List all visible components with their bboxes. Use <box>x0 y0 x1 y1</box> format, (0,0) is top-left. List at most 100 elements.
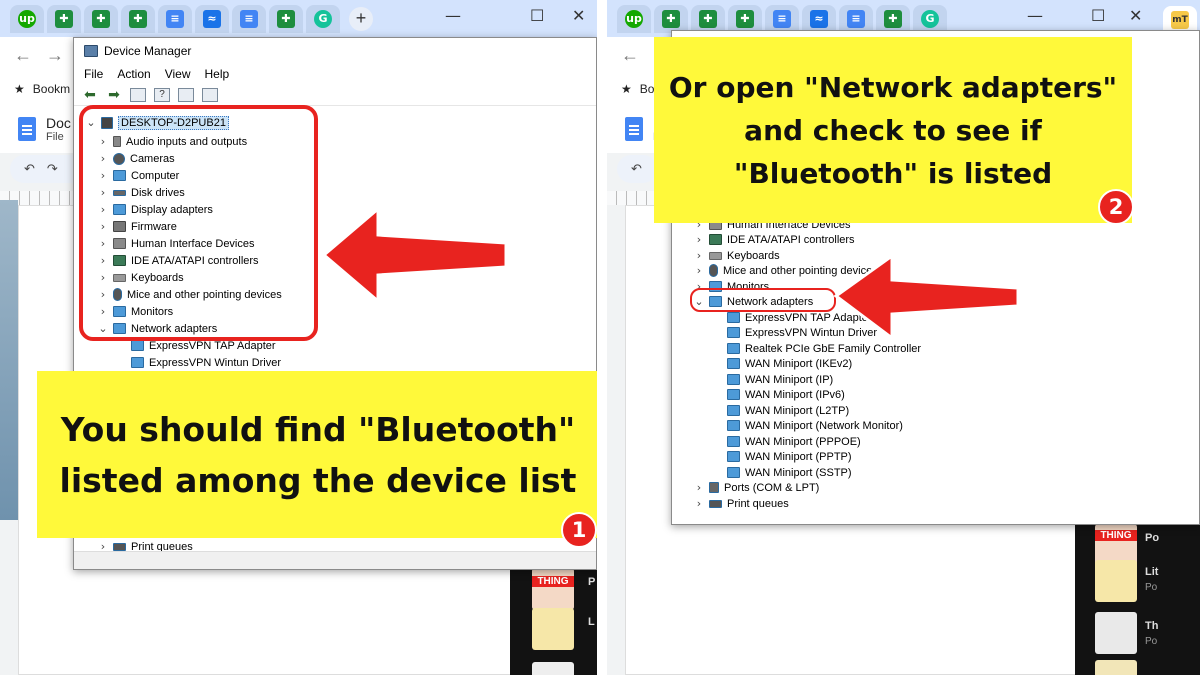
browser-tabstrip: up ✚ ✚ ✚ ≡ ≈ ≡ ✚ G + <box>0 0 597 37</box>
wave-icon: ≈ <box>810 9 828 28</box>
podcast-thumbnail[interactable] <box>1095 612 1137 654</box>
minimize-icon[interactable]: — <box>1027 6 1043 25</box>
port-icon <box>709 482 719 493</box>
redo-icon[interactable]: ↷ <box>47 161 58 177</box>
new-tab-button[interactable]: + <box>349 6 373 31</box>
browser-tab[interactable]: ≈ <box>802 4 836 33</box>
podcast-strip: THING P L <box>510 562 597 675</box>
undo-icon[interactable]: ↶ <box>631 161 642 177</box>
highlight-oval <box>690 288 836 312</box>
podcast-thumbnail[interactable]: THING <box>532 568 574 610</box>
docs-logo-icon <box>18 117 36 141</box>
docs-menu-file[interactable]: File <box>46 131 71 143</box>
browser-tab[interactable]: ✚ <box>269 4 303 33</box>
podcast-badge: THING <box>1095 530 1137 541</box>
step-badge: 1 <box>561 512 597 548</box>
chevron-right-icon[interactable]: › <box>692 497 706 510</box>
menu-help[interactable]: Help <box>205 67 230 81</box>
back-icon[interactable]: ← <box>621 45 639 66</box>
browser-tab[interactable]: ≡ <box>158 4 192 33</box>
tree-item-adapter[interactable]: WAN Miniport (PPTP) <box>724 448 852 465</box>
chevron-right-icon[interactable]: › <box>692 264 706 277</box>
tree-item-ports[interactable]: › Ports (COM & LPT) <box>692 479 820 496</box>
tree-item-adapter[interactable]: WAN Miniport (Network Monitor) <box>724 417 903 434</box>
sheets-icon: ✚ <box>277 9 295 28</box>
grammarly-icon: G <box>314 9 332 28</box>
minimize-icon[interactable]: — <box>445 6 461 25</box>
browser-tab[interactable]: ✚ <box>121 4 155 33</box>
podcast-subtitle: Po <box>1145 582 1158 593</box>
tree-item-label: WAN Miniport (Network Monitor) <box>745 419 903 432</box>
network-icon <box>727 389 740 400</box>
tree-item-label: Ports (COM & LPT) <box>724 481 820 494</box>
close-icon[interactable]: ✕ <box>572 6 585 25</box>
update-driver-icon[interactable] <box>178 87 194 102</box>
menu-view[interactable]: View <box>165 67 191 81</box>
tree-item-label: WAN Miniport (SSTP) <box>745 466 852 479</box>
browser-tab[interactable]: ✚ <box>47 4 81 33</box>
printer-icon <box>709 499 722 508</box>
controller-icon <box>709 234 722 245</box>
browser-tab[interactable]: ✚ <box>691 4 725 33</box>
docs-icon: ≡ <box>773 9 791 28</box>
browser-tab[interactable]: ≡ <box>232 4 266 33</box>
highlight-box <box>79 105 318 341</box>
forward-arrow-icon[interactable]: ➡ <box>106 87 122 102</box>
podcast-thumbnail[interactable] <box>1095 560 1137 602</box>
podcast-thumbnail[interactable] <box>532 662 574 675</box>
network-icon <box>727 467 740 478</box>
chevron-right-icon[interactable]: › <box>692 481 706 494</box>
network-icon <box>727 420 740 431</box>
browser-tab[interactable]: ✚ <box>654 4 688 33</box>
toolbar: ⬅ ➡ ? <box>74 84 596 106</box>
grammarly-icon: G <box>921 9 939 28</box>
properties-icon[interactable] <box>130 87 146 102</box>
doc-title[interactable]: Doc <box>46 115 71 131</box>
browser-tab[interactable]: up <box>10 4 44 33</box>
close-icon[interactable]: ✕ <box>1129 6 1142 25</box>
network-icon <box>727 358 740 369</box>
network-icon <box>727 374 740 385</box>
help-icon[interactable]: ? <box>154 87 170 102</box>
right-screenshot-panel: up ✚ ✚ ✚ ≡ ≈ ≡ ✚ G — ☐ ✕ mT ← ★ Boo D F … <box>607 0 1200 675</box>
browser-tab[interactable]: up <box>617 4 651 33</box>
tree-item-adapter[interactable]: WAN Miniport (IKEv2) <box>724 355 852 372</box>
browser-tab[interactable]: ✚ <box>84 4 118 33</box>
browser-tab[interactable]: G <box>913 4 947 33</box>
undo-icon[interactable]: ↶ <box>24 161 35 177</box>
browser-tab[interactable]: ✚ <box>728 4 762 33</box>
maximize-icon[interactable]: ☐ <box>1091 6 1105 25</box>
panel-divider <box>597 0 607 675</box>
network-icon <box>727 436 740 447</box>
browser-tab[interactable]: G <box>306 4 340 33</box>
browser-tab[interactable]: ≡ <box>765 4 799 33</box>
window-title: Device Manager <box>104 44 192 58</box>
tree-item-ide[interactable]: › IDE ATA/ATAPI controllers <box>692 231 855 248</box>
maximize-icon[interactable]: ☐ <box>530 6 544 25</box>
docs-toolbar: ↶ <box>617 155 657 183</box>
podcast-thumbnail[interactable] <box>532 608 574 650</box>
tree-item-label: ExpressVPN TAP Adapter <box>149 339 276 352</box>
browser-tab[interactable]: ≡ <box>839 4 873 33</box>
browser-tab[interactable]: ✚ <box>876 4 910 33</box>
network-icon <box>727 405 740 416</box>
podcast-thumbnail[interactable] <box>1095 660 1137 675</box>
tree-item-expressvpn-wintun[interactable]: ExpressVPN Wintun Driver <box>128 354 281 371</box>
tree-item-print-queues[interactable]: › Print queues <box>692 495 789 512</box>
chevron-right-icon[interactable]: › <box>692 233 706 246</box>
tree-item-adapter[interactable]: WAN Miniport (IPv6) <box>724 386 845 403</box>
back-icon[interactable]: ← <box>14 45 32 66</box>
tree-item-label: WAN Miniport (L2TP) <box>745 404 850 417</box>
docs-icon: ≡ <box>166 9 184 28</box>
podcast-title: Th <box>1145 620 1159 632</box>
menu-file[interactable]: File <box>84 67 103 81</box>
tree-item-label: Print queues <box>727 497 789 510</box>
scan-hardware-icon[interactable] <box>202 87 218 102</box>
left-screenshot-panel: up ✚ ✚ ✚ ≡ ≈ ≡ ✚ G + — ☐ ✕ ← → ★ Bookm D… <box>0 0 597 675</box>
menu-action[interactable]: Action <box>117 67 150 81</box>
forward-icon[interactable]: → <box>46 45 64 66</box>
chevron-right-icon[interactable]: › <box>692 249 706 262</box>
browser-tab[interactable]: ≈ <box>195 4 229 33</box>
back-arrow-icon[interactable]: ⬅ <box>82 87 98 102</box>
bookmarks-label[interactable]: Bookm <box>33 82 70 96</box>
